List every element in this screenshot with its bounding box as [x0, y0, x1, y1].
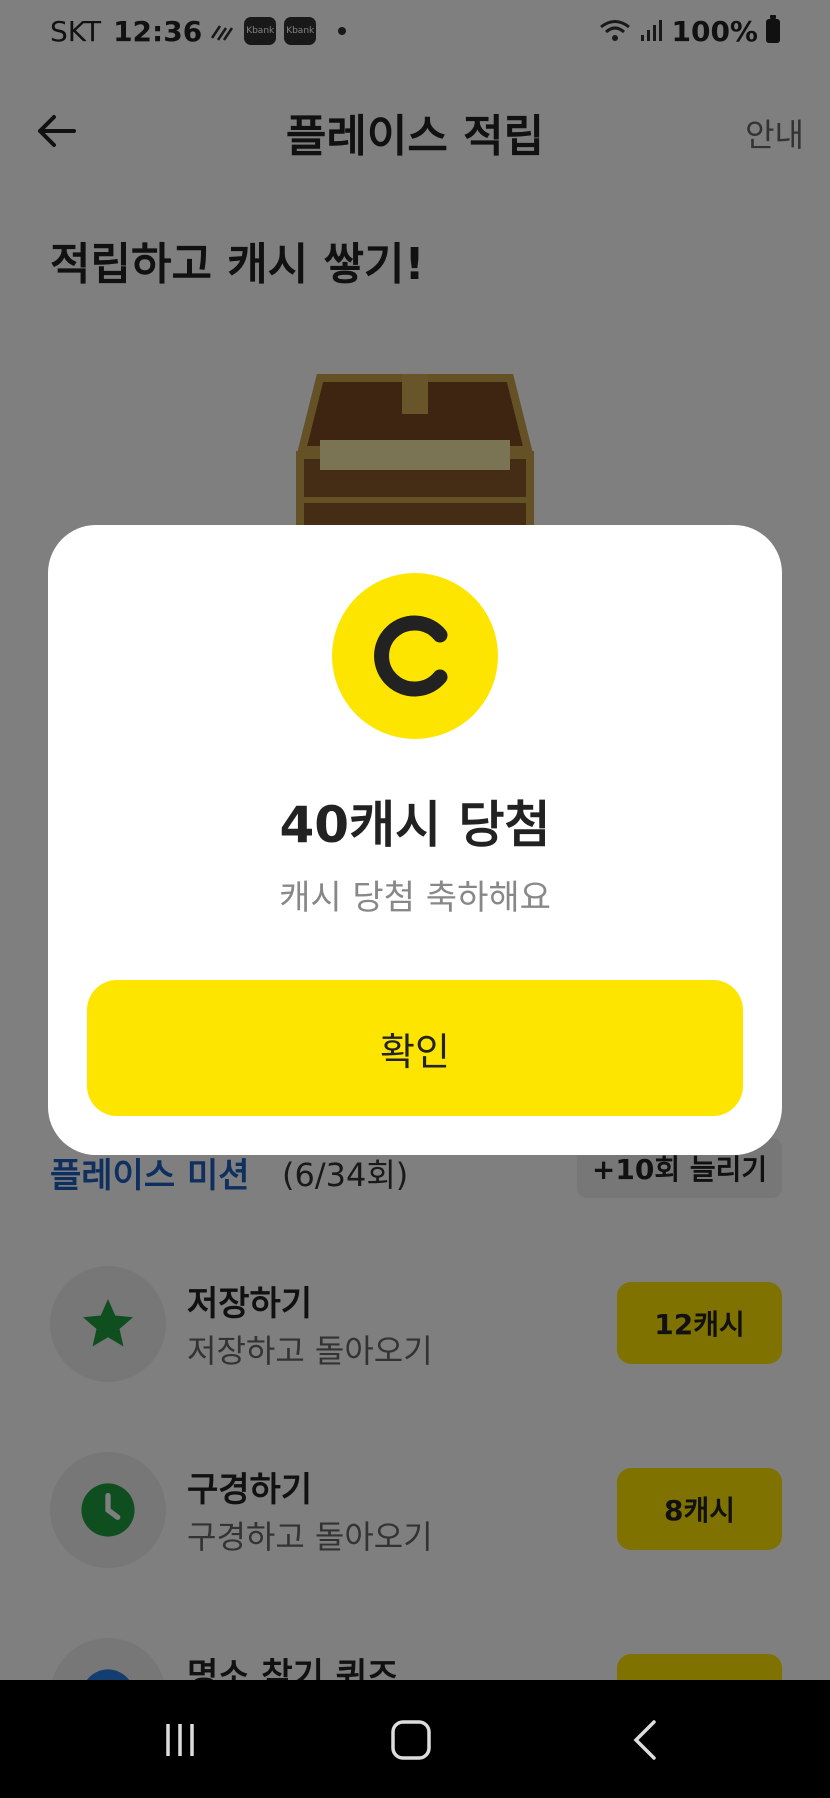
recent-apps-icon[interactable] [145, 1710, 215, 1770]
cash-coin-icon [332, 573, 498, 739]
confirm-button[interactable]: 확인 [87, 980, 743, 1116]
reward-modal: 40캐시 당첨 캐시 당첨 축하해요 확인 [48, 525, 782, 1155]
modal-title: 40캐시 당첨 [279, 796, 551, 854]
system-nav-bar [0, 1680, 830, 1798]
back-nav-icon[interactable] [610, 1710, 680, 1770]
modal-subtitle: 캐시 당첨 축하해요 [279, 878, 551, 918]
home-icon[interactable] [376, 1710, 446, 1770]
